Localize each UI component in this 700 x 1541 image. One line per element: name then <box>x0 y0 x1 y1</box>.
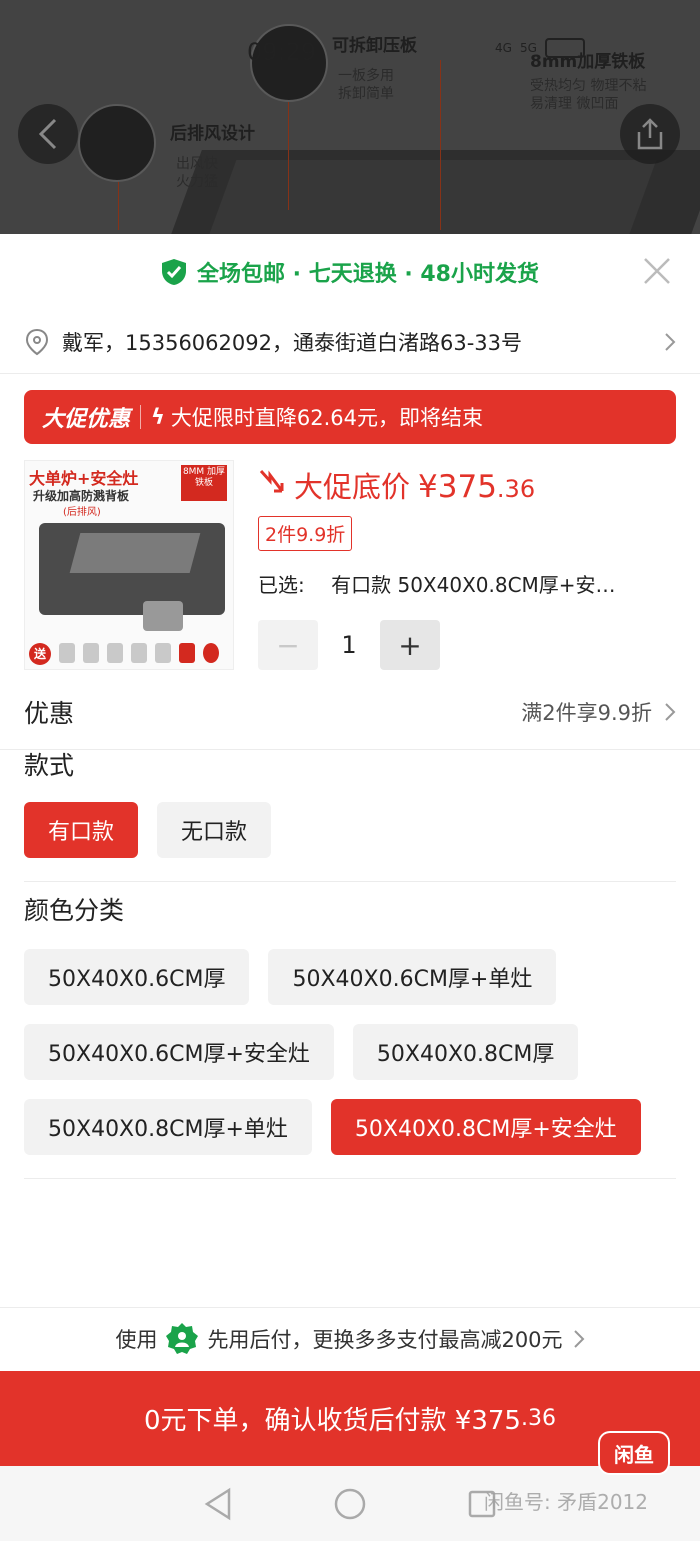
pay-text: 先用后付，更换多多支付最高减200元 <box>207 1327 563 1352</box>
chevron-left-icon <box>38 118 57 150</box>
color-option[interactable]: 50X40X0.6CM厚 <box>24 949 250 1005</box>
cta-text: 0元下单，确认收货后付款 ¥375 <box>144 1406 521 1436</box>
address-text: 戴军，15356062092，通泰街道白渚路63-33号 <box>62 330 522 355</box>
discount-tag: 2件9.9折 <box>258 516 353 551</box>
style-options: 有口款 无口款 <box>0 802 700 858</box>
quantity-value: 1 <box>341 631 357 659</box>
shipping-address[interactable]: 戴军，15356062092，通泰街道白渚路63-33号 <box>0 310 700 374</box>
section-divider <box>24 1178 676 1179</box>
product-info: 大促底价 ¥ 375 .36 2件9.9折 已选: 有口款 50X40X0.8C… <box>234 460 676 670</box>
thumb-subtitle: 升级加高防溅背板 <box>33 489 130 503</box>
accessory-illustration <box>131 643 147 663</box>
product-summary: 大单炉+安全灶 升级加高防溅背板 (后排风) 8MM 加厚铁板 送 大促底价 ¥ <box>0 444 700 670</box>
selected-value: 有口款 50X40X0.8CM厚+安… <box>331 573 616 597</box>
color-option[interactable]: 50X40X0.6CM厚+安全灶 <box>24 1024 334 1080</box>
promo-text: 大促限时直降62.64元，即将结束 <box>170 406 483 430</box>
accessory-illustration <box>107 643 123 663</box>
price-integer: 375 <box>437 469 497 505</box>
gas-valve-illustration <box>143 601 183 631</box>
accessory-illustration <box>155 643 171 663</box>
discount-row[interactable]: 优惠 满2件享9.9折 <box>0 674 700 750</box>
nav-home-icon[interactable] <box>333 1487 367 1521</box>
price-down-arrow-icon <box>259 469 284 493</box>
style-section-title: 款式 <box>24 751 75 780</box>
share-icon <box>637 118 663 150</box>
decrease-button[interactable]: − <box>258 620 318 670</box>
discount-label: 优惠 <box>24 698 75 728</box>
watermark-text: 闲鱼号: 矛盾2012 <box>484 1490 648 1514</box>
style-option[interactable]: 有口款 <box>24 802 139 858</box>
accessory-illustration <box>83 643 99 663</box>
pay-later-row[interactable]: 使用 先用后付，更换多多支付最高减200元 <box>0 1307 700 1369</box>
sku-sheet: 全场包邮 · 七天退换 · 48小时发货 戴军，15356062092，通泰街道… <box>0 234 700 1466</box>
thumb-note: (后排风) <box>63 507 101 518</box>
promo-banner: 大促优惠 ϟ 大促限时直降62.64元，即将结束 <box>24 390 676 444</box>
accessory-illustration <box>203 643 219 663</box>
chevron-right-icon <box>573 1329 584 1348</box>
selected-summary: 已选: 有口款 50X40X0.8CM厚+安… <box>258 569 676 598</box>
discount-value: 满2件享9.9折 <box>521 700 652 725</box>
thumb-badge: 8MM 加厚铁板 <box>181 465 227 501</box>
price-label: 大促底价 <box>294 470 411 504</box>
shield-check-icon <box>162 259 187 285</box>
lightning-icon: ϟ <box>151 405 165 429</box>
pay-badge-icon <box>166 1322 199 1354</box>
promo-tag: 大促优惠 <box>42 407 131 432</box>
color-section-title: 颜色分类 <box>24 896 125 925</box>
place-order-button[interactable]: 0元下单，确认收货后付款 ¥375 .36 <box>0 1371 700 1466</box>
watermark-logo: 闲鱼 <box>600 1433 668 1473</box>
promise-text: 全场包邮 · 七天退换 · 48小时发货 <box>197 262 539 287</box>
close-icon[interactable] <box>642 256 672 286</box>
quantity-stepper: − 1 + <box>258 620 676 670</box>
accessory-illustration <box>59 643 75 663</box>
dim-overlay <box>0 0 700 234</box>
product-thumbnail[interactable]: 大单炉+安全灶 升级加高防溅背板 (后排风) 8MM 加厚铁板 送 <box>24 460 234 670</box>
promo-divider <box>140 405 142 429</box>
selected-label: 已选: <box>258 573 305 597</box>
share-button[interactable] <box>620 104 680 164</box>
nav-back-icon[interactable] <box>203 1487 233 1521</box>
service-promise: 全场包邮 · 七天退换 · 48小时发货 <box>0 234 700 310</box>
back-button[interactable] <box>18 104 78 164</box>
location-pin-icon <box>25 328 49 355</box>
chevron-right-icon <box>665 702 676 721</box>
thumb-title: 大单炉+安全灶 <box>29 469 139 488</box>
price-decimal: .36 <box>496 475 536 503</box>
style-option[interactable]: 无口款 <box>157 802 272 858</box>
chevron-right-icon <box>665 332 676 351</box>
pay-prefix: 使用 <box>115 1327 158 1352</box>
price-currency: ¥ <box>418 469 438 505</box>
price-row: 大促底价 ¥ 375 .36 <box>258 464 676 506</box>
color-options: 50X40X0.6CM厚 50X40X0.6CM厚+单灶 50X40X0.6CM厚+… <box>0 949 700 1155</box>
color-option[interactable]: 50X40X0.8CM厚+单灶 <box>24 1099 312 1155</box>
plate-illustration <box>69 533 201 573</box>
color-option[interactable]: 50X40X0.6CM厚+单灶 <box>268 949 557 1005</box>
increase-button[interactable]: + <box>380 620 440 670</box>
color-option[interactable]: 50X40X0.8CM厚+安全灶 <box>330 1099 641 1155</box>
cta-decimal: .36 <box>520 1406 556 1431</box>
gift-badge: 送 <box>29 643 51 665</box>
product-background: 可拆卸压板 一板多用 拆卸简单 8mm加厚铁板 受热均匀 物理不粘 易清理 微凹… <box>0 0 700 234</box>
accessory-illustration <box>179 643 195 663</box>
color-option[interactable]: 50X40X0.8CM厚 <box>352 1024 579 1080</box>
